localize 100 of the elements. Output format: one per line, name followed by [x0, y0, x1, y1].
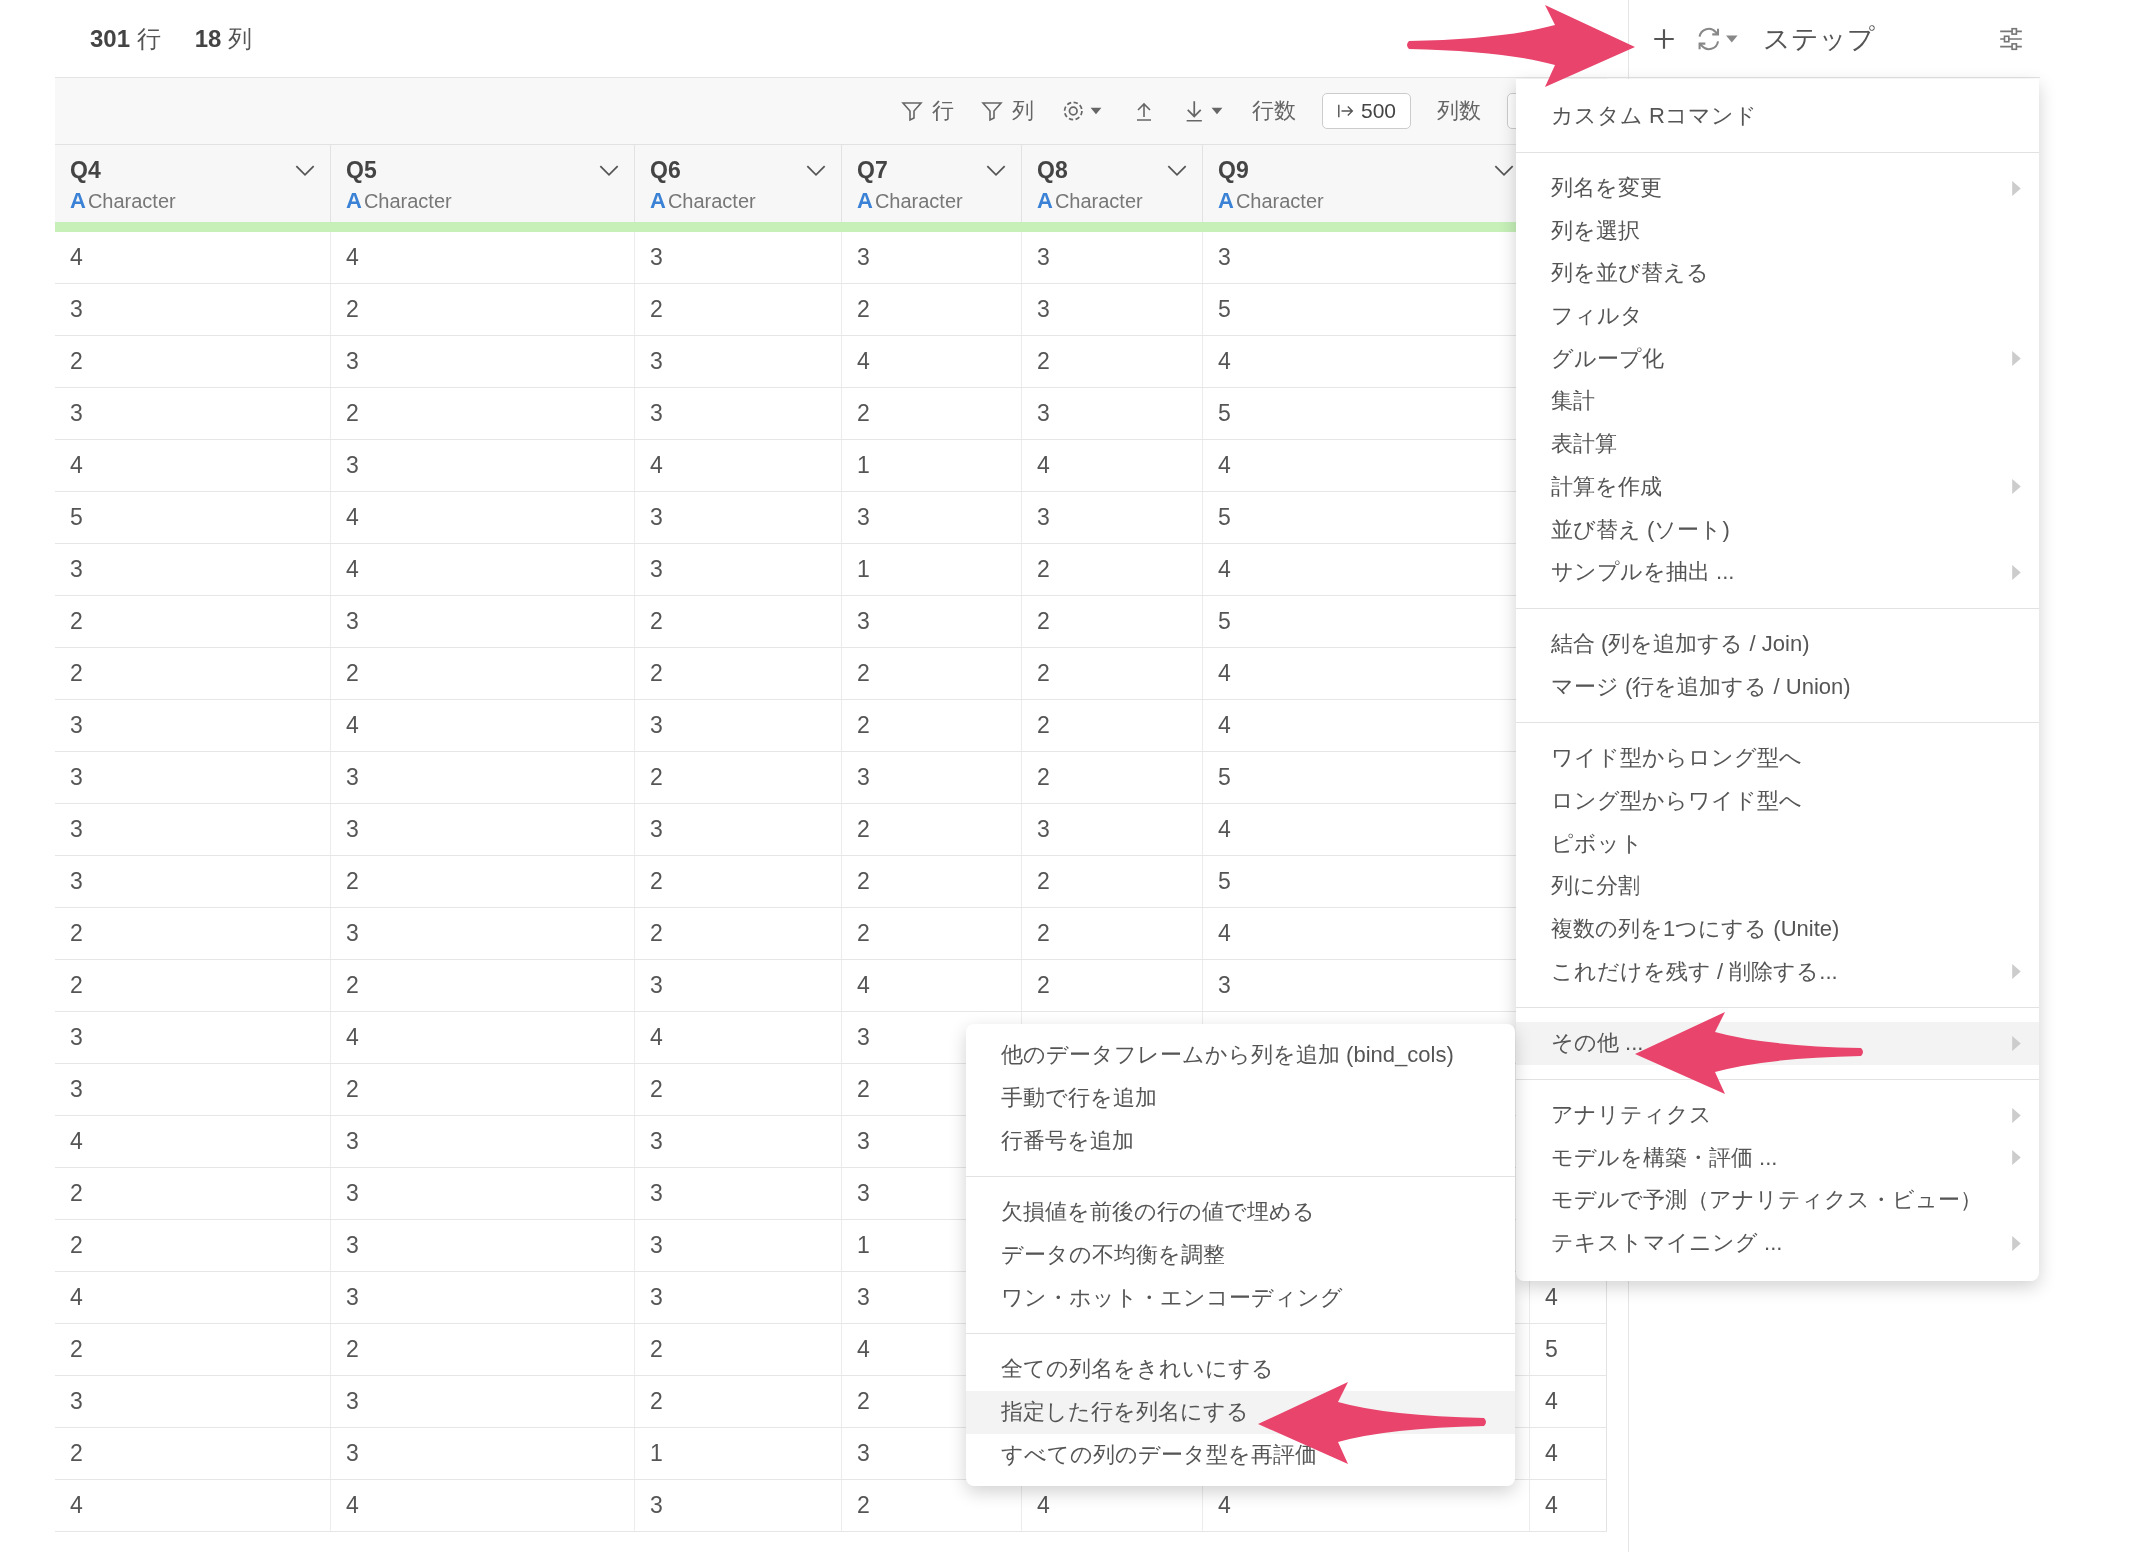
- menu-item[interactable]: これだけを残す / 削除する...: [1516, 950, 2039, 994]
- table-cell: 4: [1545, 1388, 1558, 1415]
- table-cell: 2: [70, 660, 83, 687]
- menu-item[interactable]: テキストマイニング ...: [1516, 1221, 2039, 1265]
- submenu-caret-icon: [2012, 964, 2021, 980]
- table-cell: 3: [650, 244, 663, 271]
- table-cell: 4: [346, 556, 359, 583]
- menu-item[interactable]: 全ての列名をきれいにする: [966, 1348, 1515, 1391]
- menu-item[interactable]: ワン・ホット・エンコーディング: [966, 1276, 1515, 1320]
- menu-item[interactable]: 他のデータフレームから列を追加 (bind_cols): [966, 1034, 1515, 1077]
- chevron-down-icon[interactable]: [1166, 164, 1188, 177]
- table-cell: 2: [346, 1076, 359, 1103]
- chevron-down-icon[interactable]: [805, 164, 827, 177]
- table-cell: 2: [70, 972, 83, 999]
- table-cell: 3: [857, 1024, 870, 1051]
- menu-item[interactable]: グループ化: [1516, 337, 2039, 381]
- menu-item[interactable]: 結合 (列を追加する / Join): [1516, 622, 2039, 666]
- table-cell: 4: [346, 244, 359, 271]
- table-cell: 4: [1545, 1492, 1558, 1519]
- menu-item[interactable]: ピボット: [1516, 822, 2039, 865]
- menu-item[interactable]: 手動で行を追加: [966, 1076, 1515, 1120]
- settings-icon[interactable]: [1998, 25, 2024, 52]
- table-cell: 2: [1037, 712, 1050, 739]
- table-cell: 3: [857, 504, 870, 531]
- table-cell: 4: [1545, 1284, 1558, 1311]
- table-cell: 5: [1218, 296, 1231, 323]
- chevron-down-icon[interactable]: [294, 164, 316, 177]
- arrow-to-end-icon: [1336, 102, 1355, 120]
- table-cell: 4: [70, 1128, 83, 1155]
- table-cell: 2: [346, 868, 359, 895]
- menu-item[interactable]: 行番号を追加: [966, 1119, 1515, 1163]
- table-cell: 3: [70, 816, 83, 843]
- menu-item[interactable]: 表計算: [1516, 422, 2039, 466]
- submenu-caret-icon: [2012, 1035, 2021, 1051]
- table-cell: 2: [650, 868, 663, 895]
- menu-item[interactable]: ロング型からワイド型へ: [1516, 779, 2039, 823]
- table-cell: 3: [346, 1440, 359, 1467]
- menu-item[interactable]: マージ (行を追加する / Union): [1516, 665, 2039, 708]
- table-cell: 5: [1218, 608, 1231, 635]
- table-cell: 4: [1218, 712, 1231, 739]
- chevron-down-icon[interactable]: [598, 164, 620, 177]
- table-cell: 2: [857, 660, 870, 687]
- table-cell: 2: [70, 348, 83, 375]
- table-cell: 3: [346, 1128, 359, 1155]
- table-cell: 3: [857, 1128, 870, 1155]
- table-cell: 2: [650, 1388, 663, 1415]
- table-cell: 4: [1218, 660, 1231, 687]
- menu-item[interactable]: 計算を作成: [1516, 465, 2039, 509]
- menu-item[interactable]: データの不均衡を調整: [966, 1233, 1515, 1277]
- submenu-caret-icon: [2012, 1235, 2021, 1251]
- table-cell: 2: [650, 1076, 663, 1103]
- table-cell: 2: [857, 816, 870, 843]
- menu-item[interactable]: 列に分割: [1516, 865, 2039, 908]
- rows-field[interactable]: 500: [1321, 93, 1411, 129]
- table-cell: 3: [70, 712, 83, 739]
- table-cell: 3: [70, 1388, 83, 1415]
- table-cell: 2: [346, 660, 359, 687]
- table-cell: 4: [857, 348, 870, 375]
- menu-item[interactable]: サンプルを抽出 ...: [1516, 550, 2039, 594]
- table-cell: 4: [1218, 816, 1231, 843]
- table-cell: 3: [857, 608, 870, 635]
- table-cell: 3: [70, 400, 83, 427]
- table-cell: 2: [346, 296, 359, 323]
- table-cell: 1: [857, 1232, 870, 1259]
- column-filter-button[interactable]: 列: [979, 96, 1034, 126]
- table-cell: 3: [70, 556, 83, 583]
- chevron-down-icon[interactable]: [1493, 164, 1515, 177]
- table-cell: 3: [650, 1492, 663, 1519]
- count-label: 18 列: [194, 23, 253, 54]
- row-filter-button[interactable]: 行: [899, 96, 954, 126]
- menu-item[interactable]: フィルタ: [1516, 294, 2039, 338]
- menu-item[interactable]: モデルで予測（アナリティクス・ビュー）: [1516, 1179, 2039, 1222]
- chevron-down-icon[interactable]: [985, 164, 1007, 177]
- menu-item[interactable]: 集計: [1516, 380, 2039, 423]
- menu-item[interactable]: ワイド型からロング型へ: [1516, 736, 2039, 780]
- table-cell: 3: [650, 1232, 663, 1259]
- table-cell: 2: [346, 1336, 359, 1363]
- menu-item[interactable]: カスタム Rコマンド: [1516, 95, 2039, 138]
- table-cell: 4: [70, 452, 83, 479]
- menu-item[interactable]: 列を並び替える: [1516, 252, 2039, 295]
- menu-item[interactable]: モデルを構築・評価 ...: [1516, 1136, 2039, 1180]
- menu-item[interactable]: 並び替え (ソート): [1516, 508, 2039, 551]
- table-cell: 1: [857, 556, 870, 583]
- table-cell: 3: [70, 1076, 83, 1103]
- table-cell: 3: [1037, 400, 1050, 427]
- table-cell: 3: [1037, 296, 1050, 323]
- table-cell: 3: [1037, 816, 1050, 843]
- menu-item[interactable]: 複数の列を1つにする (Unite): [1516, 907, 2039, 951]
- table-cell: 3: [857, 1440, 870, 1467]
- table-cell: 4: [1218, 1492, 1231, 1519]
- table-cell: 4: [346, 1492, 359, 1519]
- table-cell: 3: [857, 1180, 870, 1207]
- table-cell: 3: [650, 1284, 663, 1311]
- table-cell: 3: [346, 1232, 359, 1259]
- table-cell: 3: [346, 608, 359, 635]
- table-cell: 2: [70, 1440, 83, 1467]
- submenu-caret-icon: [2012, 564, 2021, 580]
- menu-item[interactable]: アナリティクス: [1516, 1093, 2039, 1137]
- menu-item[interactable]: すべての列のデータ型を再評価: [966, 1433, 1515, 1477]
- menu-item[interactable]: 欠損値を前後の行の値で埋める: [966, 1191, 1515, 1234]
